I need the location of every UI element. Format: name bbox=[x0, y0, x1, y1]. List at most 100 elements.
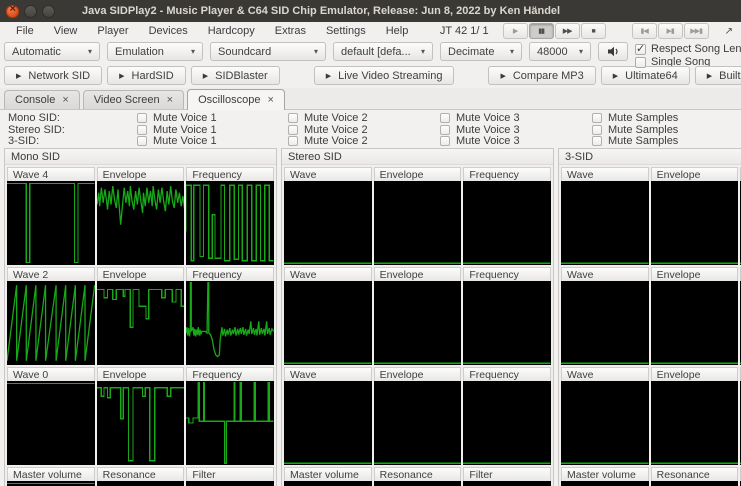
fast-forward-button[interactable]: ▶▶ bbox=[554, 23, 580, 39]
built-in-app-server-button[interactable]: ▶ Built-in App Server bbox=[694, 66, 741, 85]
engine-dropdown[interactable]: Emulation ▾ bbox=[107, 42, 203, 61]
mute-voice-2-checkbox[interactable] bbox=[288, 136, 298, 147]
close-icon[interactable]: × bbox=[62, 94, 68, 106]
window-title: Java SIDPlay2 - Music Player & C64 SID C… bbox=[82, 5, 561, 17]
stop-button[interactable]: ■ bbox=[580, 23, 606, 39]
transport-controls: JT 42 1/ 1 ▶ ▮▮ ▶▶ ■ ▮◀ ▶▮ ▶▶▮ ↗ bbox=[440, 23, 735, 39]
menu-item-hardcopy[interactable]: Hardcopy bbox=[198, 23, 265, 39]
sample-rate-dropdown[interactable]: 48000 ▾ bbox=[529, 42, 591, 61]
scope-display bbox=[186, 281, 274, 365]
panel-grid: WaveEnvelopeFrequencyWaveEnvelopeFrequen… bbox=[559, 165, 741, 486]
scope-display bbox=[373, 181, 462, 265]
single-song-checkbox[interactable] bbox=[635, 56, 646, 68]
mute-voice-1-checkbox[interactable] bbox=[137, 113, 147, 123]
chevron-down-icon: ▾ bbox=[313, 47, 318, 56]
play-arrow-icon: ▶ bbox=[325, 72, 332, 80]
window-minimize-icon[interactable] bbox=[24, 4, 37, 18]
sampling-method-dropdown[interactable]: Decimate ▾ bbox=[440, 42, 522, 61]
scope-cell-label: Wave bbox=[561, 267, 649, 281]
mute-row-label: Stereo SID: bbox=[8, 123, 65, 136]
mute-option-label: Mute Samples bbox=[608, 123, 679, 136]
previous-tune-button[interactable]: ▮◀ bbox=[631, 23, 657, 39]
panel-grid: WaveEnvelopeFrequencyWaveEnvelopeFrequen… bbox=[282, 165, 553, 486]
scope-cell-label: Resonance bbox=[650, 467, 739, 481]
scope-display bbox=[7, 381, 95, 465]
hardsid-button[interactable]: ▶ HardSID bbox=[107, 66, 186, 85]
toolbar-devices-row: ▶ Network SID ▶ HardSID ▶ SIDBlaster ▶ Live Vid… bbox=[0, 64, 741, 88]
pause-button[interactable]: ▮▮ bbox=[528, 23, 554, 39]
last-tune-button[interactable]: ▶▶▮ bbox=[683, 23, 709, 39]
mute-samples-checkbox[interactable] bbox=[592, 113, 602, 123]
mute-voice-3-checkbox[interactable] bbox=[440, 124, 450, 135]
live-video-streaming-button[interactable]: ▶ Live Video Streaming bbox=[313, 66, 455, 85]
mute-row-monosid: Mono SID: Mute Voice 1 Mute Voice 2 Mute Vo… bbox=[0, 112, 741, 124]
scope-cell-label: Wave 0 bbox=[7, 367, 95, 381]
menu-item-settings[interactable]: Settings bbox=[316, 23, 376, 39]
respect-song-length-checkbox[interactable] bbox=[635, 42, 646, 55]
mute-voice-2-option: Mute Voice 2 bbox=[288, 135, 440, 147]
mute-samples-checkbox[interactable] bbox=[592, 136, 602, 147]
mute-voice-3-option: Mute Voice 3 bbox=[440, 135, 592, 147]
volume-button[interactable] bbox=[598, 42, 628, 61]
mute-samples-checkbox[interactable] bbox=[592, 124, 602, 135]
scope-cell-label: Envelope bbox=[650, 267, 739, 281]
chevron-down-icon: ▾ bbox=[190, 47, 195, 56]
scope-display bbox=[463, 281, 551, 365]
scope-cell-label: Resonance bbox=[96, 467, 185, 481]
scope-display bbox=[96, 281, 185, 365]
device-dropdown[interactable]: default [defa... ▾ bbox=[333, 42, 433, 61]
toolbar-gap bbox=[285, 66, 309, 85]
window-close-icon[interactable] bbox=[6, 3, 19, 18]
scope-display bbox=[96, 481, 185, 486]
menu-item-file[interactable]: File bbox=[6, 23, 44, 39]
menu-item-devices[interactable]: Devices bbox=[139, 23, 198, 39]
mute-matrix: Mono SID: Mute Voice 1 Mute Voice 2 Mute Vo… bbox=[0, 110, 741, 147]
scope-cell-label: Envelope bbox=[373, 367, 462, 381]
play-arrow-icon: ▶ bbox=[612, 72, 619, 80]
title-bar: Java SIDPlay2 - Music Player & C64 SID C… bbox=[0, 0, 741, 22]
audio-driver-dropdown[interactable]: Soundcard ▾ bbox=[210, 42, 326, 61]
close-icon[interactable]: × bbox=[167, 94, 173, 106]
mute-voice-3-checkbox[interactable] bbox=[440, 113, 450, 123]
scope-cell-label: Wave 4 bbox=[7, 167, 95, 181]
network-sid-button[interactable]: ▶ Network SID bbox=[4, 66, 103, 85]
menu-item-player[interactable]: Player bbox=[87, 23, 138, 39]
tab-video-screen[interactable]: Video Screen × bbox=[82, 90, 185, 109]
ultimate64-button[interactable]: ▶ Ultimate64 bbox=[600, 66, 690, 85]
playback-mode-dropdown[interactable]: Automatic ▾ bbox=[4, 42, 100, 61]
scope-cell: Envelope bbox=[650, 367, 739, 465]
tab-label: Console bbox=[15, 94, 56, 106]
close-icon[interactable]: × bbox=[267, 94, 273, 106]
scope-cell: Envelope bbox=[96, 367, 185, 465]
run-button-label: Ultimate64 bbox=[625, 69, 678, 82]
mute-option-label: Mute Voice 2 bbox=[304, 135, 368, 148]
panel-title: 3-SID bbox=[559, 149, 741, 165]
toolbar-settings-row: Automatic ▾ Emulation ▾ Soundcard ▾ default [d… bbox=[0, 40, 741, 68]
mute-voice-1-checkbox[interactable] bbox=[137, 136, 147, 147]
mute-voice-3-option: Mute Voice 3 bbox=[440, 124, 592, 136]
sidblaster-button[interactable]: ▶ SIDBlaster bbox=[190, 66, 280, 85]
mute-voice-3-checkbox[interactable] bbox=[440, 136, 450, 147]
scope-cell-label: Wave bbox=[284, 367, 372, 381]
tab-console[interactable]: Console × bbox=[4, 90, 80, 109]
scope-display bbox=[463, 381, 551, 465]
window-maximize-icon[interactable] bbox=[42, 4, 55, 18]
menu-item-help[interactable]: Help bbox=[376, 23, 419, 39]
menu-item-extras[interactable]: Extras bbox=[265, 23, 316, 39]
next-tune-button[interactable]: ▶▮ bbox=[657, 23, 683, 39]
mute-row-label: Mono SID: bbox=[8, 112, 60, 124]
play-arrow-icon: ▶ bbox=[500, 72, 506, 80]
mute-voice-1-checkbox[interactable] bbox=[137, 124, 147, 135]
playback-mode-value: Automatic bbox=[12, 45, 61, 58]
mute-voice-2-checkbox[interactable] bbox=[288, 124, 298, 135]
compare-mp3-button[interactable]: ▶ Compare MP3 bbox=[488, 66, 596, 85]
scope-cell-label: Master volume bbox=[561, 467, 649, 481]
play-button[interactable]: ▶ bbox=[502, 23, 528, 39]
scope-panel-3-sid: 3-SIDWaveEnvelopeFrequencyWaveEnvelopeFr… bbox=[558, 148, 741, 486]
run-button-label: Network SID bbox=[28, 69, 91, 82]
undock-icon[interactable]: ↗ bbox=[725, 26, 733, 37]
menu-item-view[interactable]: View bbox=[44, 23, 88, 39]
mute-voice-2-checkbox[interactable] bbox=[288, 113, 298, 123]
speaker-icon bbox=[607, 46, 618, 57]
tab-oscilloscope[interactable]: Oscilloscope × bbox=[187, 89, 285, 110]
